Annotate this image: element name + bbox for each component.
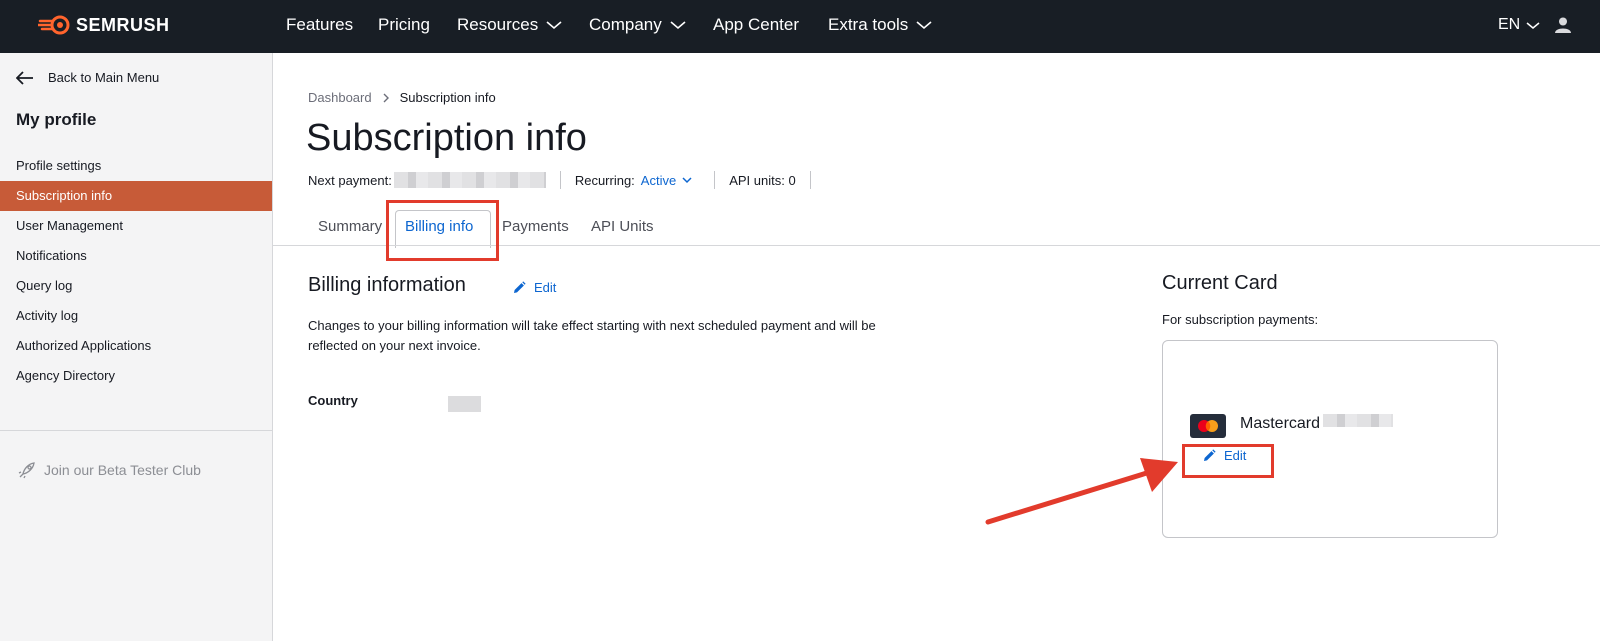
meta-divider	[559, 171, 561, 189]
sidebar-item-label: Notifications	[16, 248, 87, 263]
nav-resources-label: Resources	[457, 15, 539, 34]
nav-extra-tools[interactable]: Extra tools	[828, 15, 932, 35]
next-payment-label: Next payment:	[308, 172, 392, 188]
pencil-icon	[514, 280, 526, 293]
chevron-right-icon	[383, 93, 389, 102]
top-navigation: SEMRUSH Features Pricing Resources Compa…	[0, 0, 1600, 53]
chevron-down-icon	[916, 21, 932, 30]
country-label: Country	[308, 393, 358, 408]
user-avatar-icon	[1555, 17, 1571, 33]
nav-app-center[interactable]: App Center	[713, 15, 799, 35]
meta-divider	[714, 171, 716, 189]
sidebar-item-label: Activity log	[16, 308, 79, 323]
rocket-icon	[18, 462, 35, 479]
nav-pricing-label: Pricing	[378, 15, 430, 34]
sidebar-item-agency-directory[interactable]: Agency Directory	[0, 361, 272, 391]
api-units-label: API units: 0	[729, 172, 796, 188]
current-card-subtitle: For subscription payments:	[1162, 312, 1319, 327]
chevron-down-icon	[682, 176, 692, 183]
sidebar-item-label: Subscription info	[16, 188, 113, 203]
recurring-label: Recurring:	[574, 172, 635, 188]
annotation-highlight-tab	[386, 200, 499, 261]
recurring-status-value: Active	[640, 172, 677, 188]
brand-name: SEMRUSH	[76, 14, 170, 35]
nav-extra-tools-label: Extra tools	[828, 15, 909, 34]
beta-label: Join our Beta Tester Club	[44, 462, 201, 478]
breadcrumb: Dashboard Subscription info	[308, 90, 496, 105]
country-value-redacted	[448, 396, 481, 412]
billing-description: Changes to your billing information will…	[308, 318, 876, 353]
sidebar-item-label: Query log	[16, 278, 73, 293]
sidebar-item-profile-settings[interactable]: Profile settings	[0, 151, 272, 181]
sidebar-item-notifications[interactable]: Notifications	[0, 241, 272, 271]
annotation-highlight-edit	[1182, 444, 1274, 478]
sidebar-divider	[0, 430, 272, 431]
back-label: Back to Main Menu	[48, 70, 160, 85]
chevron-down-icon	[670, 21, 686, 30]
tab-summary[interactable]: Summary	[318, 218, 382, 235]
back-to-main-menu[interactable]: Back to Main Menu	[16, 70, 159, 85]
arrow-left-icon	[16, 70, 33, 85]
chevron-down-icon	[546, 21, 562, 30]
nav-app-center-label: App Center	[713, 15, 799, 34]
card-number-redacted	[1323, 414, 1393, 427]
sidebar-item-label: Agency Directory	[16, 368, 115, 383]
sidebar: Back to Main Menu My profile Profile set…	[0, 53, 273, 641]
chevron-down-icon	[1526, 21, 1540, 29]
breadcrumb-dashboard[interactable]: Dashboard	[308, 90, 372, 105]
language-label: EN	[1498, 16, 1521, 33]
annotation-arrow-icon	[985, 458, 1178, 525]
current-card-title: Current Card	[1162, 272, 1278, 294]
meta-divider	[809, 171, 811, 189]
nav-company-label: Company	[589, 15, 662, 34]
beta-tester-club-link[interactable]: Join our Beta Tester Club	[18, 461, 201, 479]
billing-information-title: Billing information	[308, 274, 466, 296]
sidebar-title: My profile	[16, 110, 97, 129]
recurring-status-dropdown[interactable]: Active	[641, 173, 692, 188]
semrush-logo[interactable]: SEMRUSH	[38, 12, 170, 38]
billing-edit-label: Edit	[534, 280, 557, 295]
breadcrumb-current: Subscription info	[399, 90, 496, 105]
sidebar-item-query-log[interactable]: Query log	[0, 271, 272, 301]
subscription-meta: Next payment: Recurring: Active API unit…	[308, 170, 825, 190]
nav-resources[interactable]: Resources	[457, 15, 562, 35]
tab-api-units[interactable]: API Units	[591, 218, 654, 235]
nav-company[interactable]: Company	[589, 15, 686, 35]
billing-edit-link[interactable]: Edit	[512, 280, 556, 295]
sidebar-item-user-management[interactable]: User Management	[0, 211, 272, 241]
sidebar-item-activity-log[interactable]: Activity log	[0, 301, 272, 331]
nav-pricing[interactable]: Pricing	[378, 15, 430, 35]
nav-features[interactable]: Features	[286, 15, 353, 35]
tab-payments[interactable]: Payments	[502, 218, 569, 235]
sidebar-item-subscription-info[interactable]: Subscription info	[0, 181, 272, 211]
card-brand: Mastercard	[1240, 415, 1321, 432]
mastercard-icon	[1190, 414, 1226, 443]
page-title: Subscription info	[306, 117, 587, 159]
user-icon[interactable]	[1554, 16, 1572, 39]
next-payment-redacted	[393, 172, 546, 188]
semrush-flame-icon	[38, 15, 70, 35]
sidebar-item-label: Profile settings	[16, 158, 102, 173]
sidebar-item-label: Authorized Applications	[16, 338, 152, 353]
sidebar-item-authorized-applications[interactable]: Authorized Applications	[0, 331, 272, 361]
sidebar-item-label: User Management	[16, 218, 123, 233]
nav-features-label: Features	[286, 15, 354, 34]
language-selector[interactable]: EN	[1498, 16, 1540, 34]
